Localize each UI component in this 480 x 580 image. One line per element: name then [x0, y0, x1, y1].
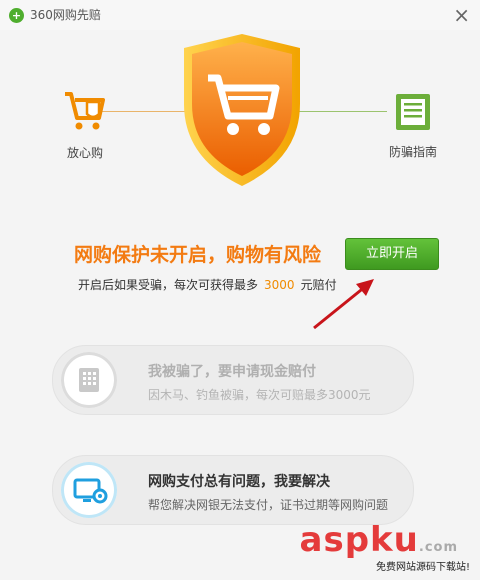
protection-status-subtitle: 开启后如果受骗，每次可获得最多 3000 元赔付 [78, 276, 337, 293]
payment-icon-circle [61, 462, 117, 518]
app-logo-icon: + [9, 8, 24, 23]
feature-fraud-guide[interactable]: 防骗指南 [378, 91, 448, 160]
claim-cash-card[interactable]: 我被骗了，要申请现金赔付 因木马、钓鱼被骗，每次可赔最多3000元 [52, 345, 414, 415]
claim-card-title: 我被骗了，要申请现金赔付 [148, 364, 316, 380]
payment-card-desc: 帮您解决网银无法支付，证书过期等网购问题 [148, 498, 389, 512]
feature-safe-shopping[interactable]: 放心购 [55, 88, 115, 161]
red-arrow-annotation [313, 279, 374, 330]
title-bar: + 360网购先赔 × [0, 0, 480, 30]
watermark-domain: .com [418, 540, 458, 555]
app-title: 360网购先赔 [30, 8, 101, 22]
close-button[interactable]: × [453, 3, 470, 27]
subtitle-prefix: 开启后如果受骗，每次可获得最多 [78, 278, 259, 292]
guide-document-icon [396, 94, 430, 130]
shopping-cart-shield-icon [65, 92, 105, 130]
protection-status-title: 网购保护未开启，购物有风险 [74, 244, 322, 266]
enable-now-button[interactable]: 立即开启 [345, 238, 439, 270]
feature-safe-shopping-label: 放心购 [66, 146, 103, 160]
watermark-brand-text: aspku [299, 520, 419, 560]
watermark-tagline: 免费网站源码下载站! [375, 562, 470, 573]
orange-shield-cart-icon [184, 34, 300, 186]
claim-card-desc: 因木马、钓鱼被骗，每次可赔最多3000元 [148, 388, 371, 402]
grid-document-icon [79, 368, 99, 392]
watermark-brand: aspku.com [300, 520, 458, 560]
hero-connector-right [292, 111, 387, 112]
monitor-gear-icon [73, 478, 108, 504]
feature-fraud-guide-label: 防骗指南 [388, 145, 437, 159]
payment-card-title: 网购支付总有问题，我要解决 [148, 474, 330, 490]
claim-icon-circle [61, 352, 117, 408]
payment-issue-card[interactable]: 网购支付总有问题，我要解决 帮您解决网银无法支付，证书过期等网购问题 [52, 455, 414, 525]
compensation-amount: 3000 [264, 278, 295, 292]
